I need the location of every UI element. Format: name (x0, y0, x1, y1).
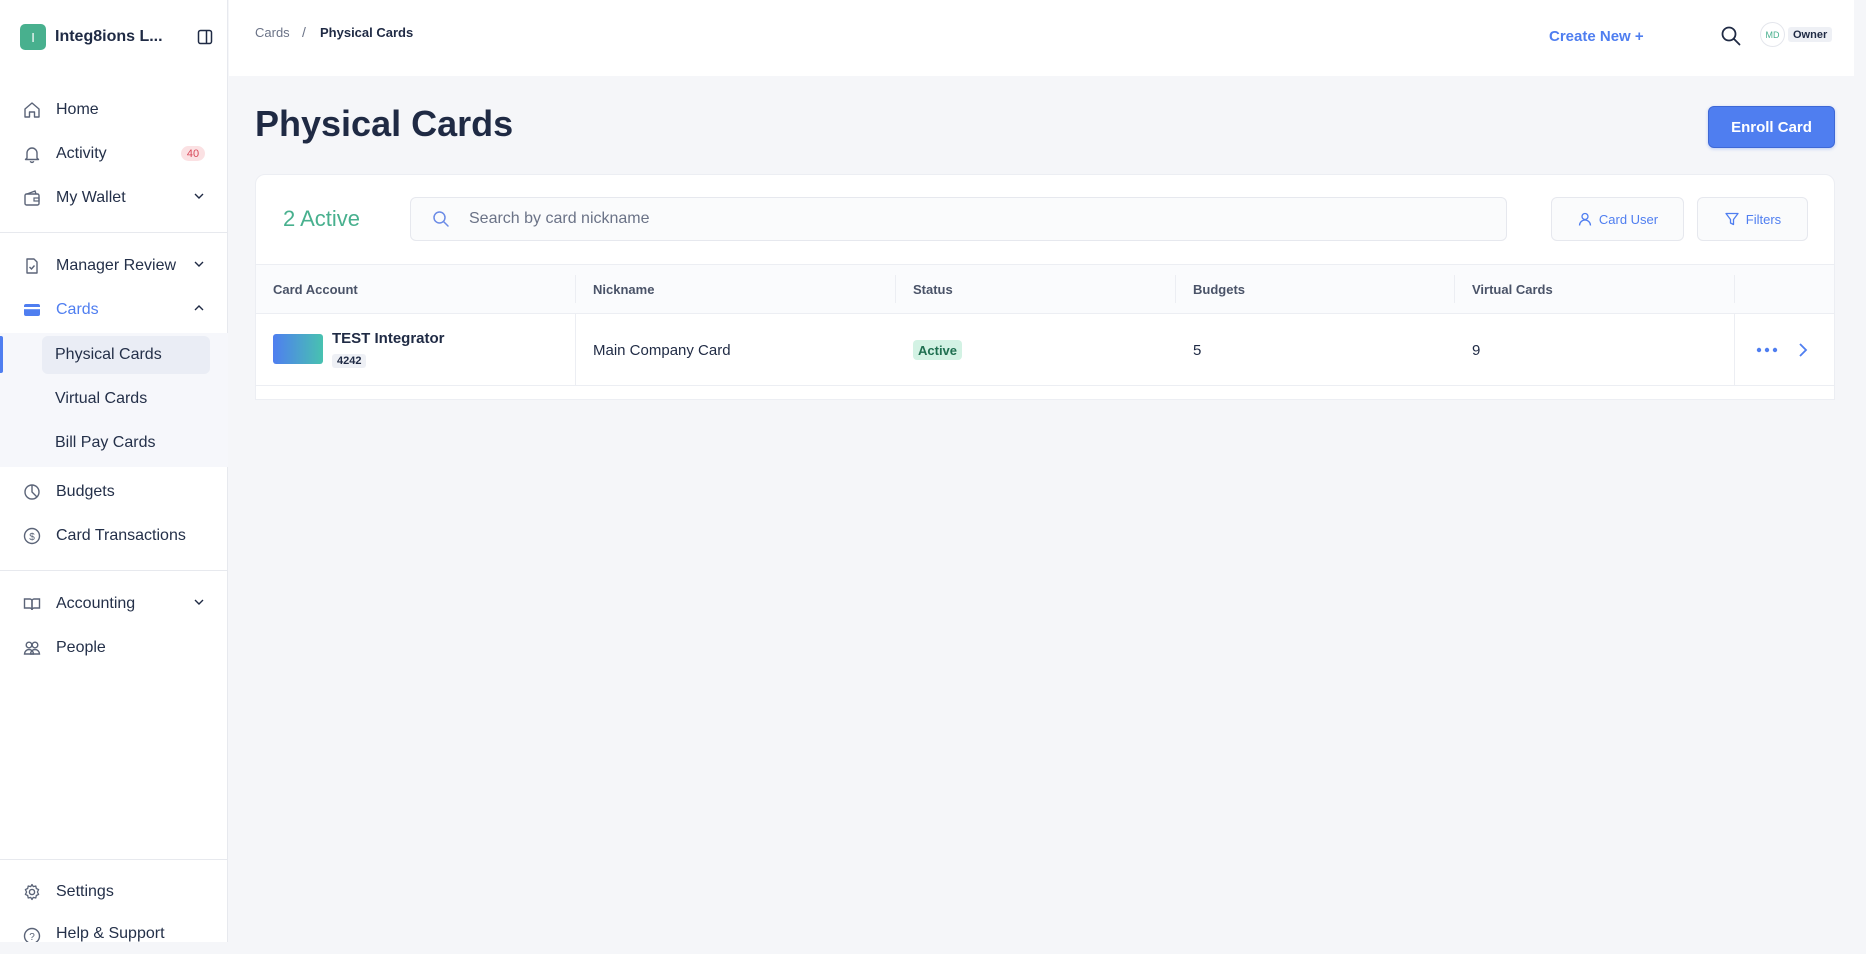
card-account-name[interactable]: TEST Integrator (332, 330, 445, 347)
search-icon (432, 210, 450, 228)
chevron-down-icon[interactable] (192, 189, 206, 203)
credit-card-icon (21, 299, 43, 321)
sidebar-divider (0, 859, 228, 860)
people-icon (21, 637, 43, 659)
filter-icon (1724, 211, 1740, 227)
clipboard-check-icon (21, 255, 43, 277)
role-badge: Owner (1788, 27, 1833, 42)
card-virtual-cards-count: 9 (1472, 341, 1481, 359)
sidebar-item-accounting[interactable]: Accounting (0, 582, 228, 626)
sidebar-item-label: Card Transactions (56, 527, 186, 544)
sidebar-item-label: Manager Review (56, 257, 177, 274)
gear-icon (21, 881, 43, 903)
filters-button[interactable]: Filters (1697, 197, 1808, 241)
pie-chart-icon (21, 481, 43, 503)
sidebar: I Integ8ions L... Home Activity 40 My Wa… (0, 0, 228, 942)
table-header: Card Account Nickname Status Budgets Vir… (256, 264, 1834, 314)
chevron-right-icon[interactable] (1792, 339, 1814, 361)
org-avatar: I (20, 24, 46, 50)
column-header-nickname[interactable]: Nickname (593, 265, 654, 313)
dollar-circle-icon: $ (21, 525, 43, 547)
sidebar-item-cards[interactable]: Cards (0, 288, 228, 332)
column-header-virtual-cards[interactable]: Virtual Cards (1472, 265, 1553, 313)
card-last4-badge: 4242 (332, 354, 367, 368)
sidebar-item-label: My Wallet (56, 189, 126, 206)
chevron-down-icon[interactable] (192, 257, 206, 271)
sidebar-item-budgets[interactable]: Budgets (0, 470, 228, 514)
sidebar-item-label: Home (56, 101, 99, 118)
create-new-button[interactable]: Create New + (1549, 28, 1644, 45)
chevron-up-icon[interactable] (192, 301, 206, 315)
sidebar-item-my-wallet[interactable]: My Wallet (0, 176, 228, 220)
svg-text:$: $ (29, 532, 35, 543)
sidebar-item-card-transactions[interactable]: $ Card Transactions (0, 514, 228, 558)
sidebar-item-label: Cards (56, 301, 99, 318)
svg-text:?: ? (29, 932, 35, 942)
column-divider (575, 275, 576, 303)
sidebar-subitem-physical-cards[interactable]: Physical Cards (42, 336, 210, 374)
enroll-card-button[interactable]: Enroll Card (1708, 106, 1835, 148)
chevron-down-icon[interactable] (192, 595, 206, 609)
active-count: 2 Active (283, 206, 361, 231)
question-circle-icon: ? (21, 925, 43, 942)
org-name: Integ8ions L... (55, 28, 163, 45)
sidebar-subitem-virtual-cards[interactable]: Virtual Cards (42, 380, 210, 418)
card-user-filter-label: Card User (1598, 211, 1659, 227)
sidebar-item-label: Accounting (56, 595, 136, 612)
table-row[interactable]: TEST Integrator 4242 Main Company Card A… (256, 314, 1834, 386)
sidebar-divider (0, 232, 228, 233)
sidebar-item-home[interactable]: Home (0, 88, 228, 132)
page-title: Physical Cards (255, 103, 514, 144)
card-thumbnail (273, 334, 323, 364)
breadcrumb-separator: / (302, 24, 306, 40)
avatar[interactable]: MD (1760, 22, 1785, 47)
card-status-cell: Active (913, 314, 963, 386)
column-divider (1175, 275, 1176, 303)
column-divider (895, 275, 896, 303)
column-divider (1454, 275, 1455, 303)
sidebar-subitem-bill-pay-cards[interactable]: Bill Pay Cards (42, 424, 210, 462)
search-input[interactable] (469, 210, 1369, 228)
breadcrumb-cards[interactable]: Cards (255, 25, 290, 40)
home-icon (21, 99, 43, 121)
sidebar-item-label: Activity (56, 145, 107, 162)
top-bar: Cards / Physical Cards Create New + MD O… (229, 0, 1854, 76)
search-icon[interactable] (1719, 24, 1743, 48)
filters-label: Filters (1745, 211, 1782, 227)
column-header-status[interactable]: Status (913, 265, 953, 313)
sidebar-item-help[interactable]: ? Help & Support (0, 914, 228, 942)
more-options-icon[interactable] (1755, 341, 1779, 359)
user-icon (1577, 211, 1593, 227)
bell-icon (21, 143, 43, 165)
sidebar-item-manager-review[interactable]: Manager Review (0, 244, 228, 288)
column-header-card-account[interactable]: Card Account (273, 265, 358, 313)
column-header-budgets[interactable]: Budgets (1193, 265, 1245, 313)
sidebar-item-label: People (56, 639, 106, 656)
column-divider (575, 314, 576, 386)
sidebar-item-label: Settings (56, 883, 114, 900)
sidebar-item-label: Help & Support (56, 925, 165, 942)
book-icon (21, 593, 43, 615)
sidebar-toggle-icon[interactable] (194, 26, 216, 48)
sidebar-item-settings[interactable]: Settings (0, 870, 228, 914)
status-badge: Active (913, 340, 963, 360)
org-switcher[interactable]: I Integ8ions L... (20, 24, 216, 50)
sidebar-item-label: Budgets (56, 483, 115, 500)
card-user-filter-button[interactable]: Card User (1551, 197, 1684, 241)
activity-count-badge: 40 (181, 146, 205, 161)
search-field[interactable] (410, 197, 1507, 241)
sidebar-divider (0, 570, 228, 571)
card-budgets-count: 5 (1193, 341, 1202, 359)
column-divider (1734, 275, 1735, 303)
column-divider (1734, 314, 1735, 386)
sidebar-item-people[interactable]: People (0, 626, 228, 670)
card-nickname: Main Company Card (593, 341, 731, 359)
cards-table-panel: 2 Active Card User Filters Card Account … (255, 174, 1835, 400)
wallet-icon (21, 187, 43, 209)
active-indicator (0, 336, 3, 373)
breadcrumb-current: Physical Cards (320, 25, 414, 40)
sidebar-item-activity[interactable]: Activity 40 (0, 132, 228, 176)
